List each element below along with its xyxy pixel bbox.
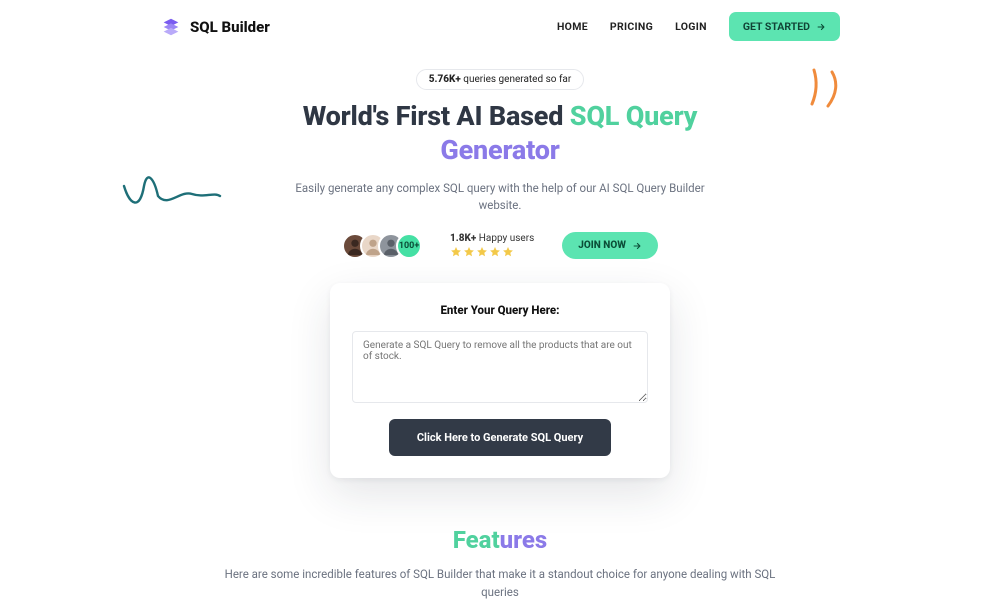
hero-title-part-b: SQL Query: [570, 100, 697, 132]
header: SQL Builder HOME PRICING LOGIN GET START…: [0, 0, 1000, 41]
nav: HOME PRICING LOGIN GET STARTED: [557, 12, 840, 41]
generate-query-button[interactable]: Click Here to Generate SQL Query: [389, 419, 611, 456]
arrow-right-icon: [816, 22, 826, 32]
decorative-orange-strokes: [808, 68, 842, 108]
star-rating: [450, 246, 514, 258]
get-started-button[interactable]: GET STARTED: [729, 12, 840, 41]
queries-pill: 5.76K+ queries generated so far: [416, 69, 585, 90]
avatar-more-badge: 100+: [396, 233, 422, 259]
star-icon: [502, 246, 514, 258]
star-icon: [450, 246, 462, 258]
star-icon: [476, 246, 488, 258]
nav-home[interactable]: HOME: [557, 20, 588, 33]
avatar-stack: 100+: [342, 233, 422, 259]
queries-pill-rest: queries generated so far: [461, 74, 571, 85]
hero-title: World's First AI Based SQL Query Generat…: [303, 100, 698, 168]
features-section: Features Here are some incredible featur…: [200, 526, 800, 602]
happy-users: 1.8K+ Happy users: [450, 233, 534, 258]
join-now-label: JOIN NOW: [578, 240, 626, 251]
query-input[interactable]: [352, 331, 648, 403]
hero-title-part-c: Generator: [440, 134, 559, 166]
logo-icon: [160, 16, 182, 38]
query-card-title: Enter Your Query Here:: [440, 303, 559, 317]
happy-users-bold: 1.8K+: [450, 233, 476, 244]
hero-subtitle: Easily generate any complex SQL query wi…: [280, 180, 720, 215]
decorative-squiggle: [122, 172, 222, 212]
arrow-right-icon: [632, 241, 642, 251]
star-icon: [463, 246, 475, 258]
nav-pricing[interactable]: PRICING: [610, 20, 653, 33]
star-icon: [489, 246, 501, 258]
brand: SQL Builder: [160, 16, 270, 38]
features-title: Features: [200, 526, 800, 554]
features-subtitle: Here are some incredible features of SQL…: [220, 566, 780, 602]
query-card: Enter Your Query Here: Click Here to Gen…: [330, 283, 670, 478]
features-title-b: ures: [500, 526, 548, 554]
features-title-a: Feat: [453, 526, 500, 554]
happy-users-count: 1.8K+ Happy users: [450, 233, 534, 244]
hero-title-part-a: World's First AI Based: [303, 100, 570, 132]
happy-users-rest: Happy users: [476, 233, 534, 244]
join-now-button[interactable]: JOIN NOW: [562, 232, 658, 259]
get-started-label: GET STARTED: [743, 20, 810, 33]
queries-count: 5.76K+: [429, 74, 461, 85]
nav-login[interactable]: LOGIN: [675, 20, 707, 33]
hero: 5.76K+ queries generated so far World's …: [160, 69, 840, 259]
brand-name: SQL Builder: [190, 18, 270, 36]
social-proof-row: 100+ 1.8K+ Happy users JOIN NOW: [342, 232, 658, 259]
